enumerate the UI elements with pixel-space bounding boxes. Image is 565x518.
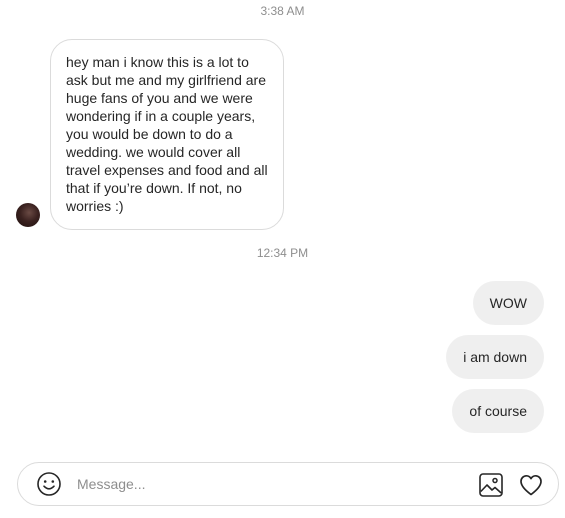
incoming-message-bubble: hey man i know this is a lot to ask but … xyxy=(50,39,284,230)
timestamp: 12:34 PM xyxy=(256,246,309,260)
message-input[interactable] xyxy=(77,472,457,496)
outgoing-message-bubble: WOW xyxy=(472,281,544,325)
heart-icon[interactable] xyxy=(518,472,544,498)
emoji-icon[interactable] xyxy=(36,471,62,497)
image-icon[interactable] xyxy=(478,472,504,498)
timestamp: 3:38 AM xyxy=(260,4,305,18)
message-composer xyxy=(17,462,559,506)
avatar[interactable] xyxy=(16,203,40,227)
outgoing-message-bubble: i am down xyxy=(446,335,544,379)
outgoing-message-bubble: of course xyxy=(452,389,544,433)
